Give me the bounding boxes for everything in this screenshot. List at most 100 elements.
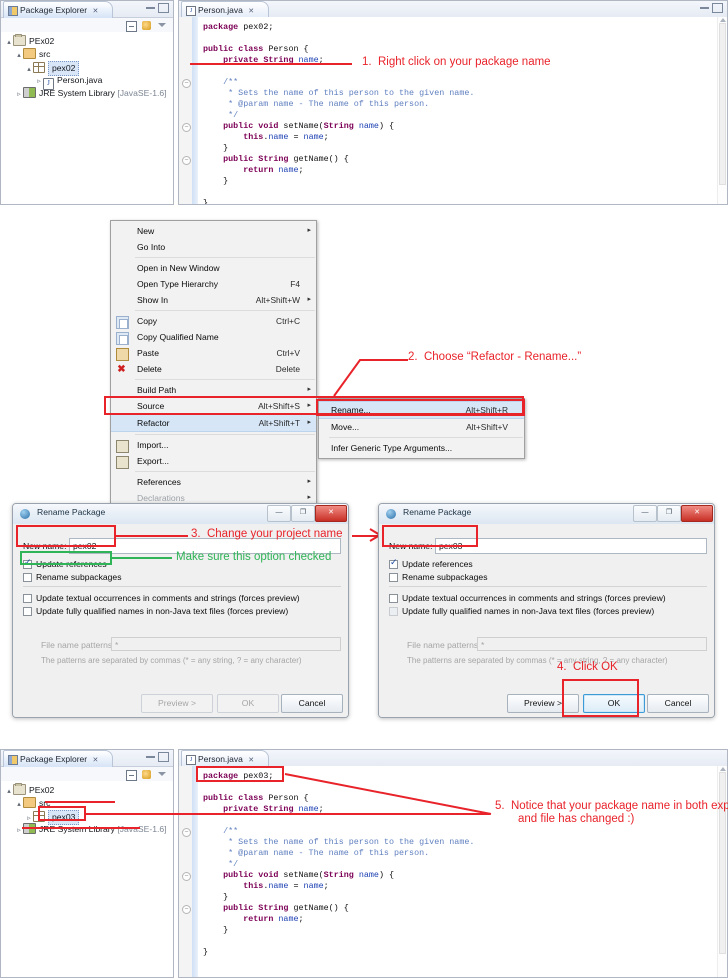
menu-item-paste[interactable]: Paste Ctrl+V [111,345,316,361]
editor-maximize-icon[interactable] [712,3,723,13]
close-icon[interactable]: ✕ [92,757,98,764]
code-fold-icon[interactable]: – [182,828,191,837]
tab-label: Person.java [198,5,243,15]
editor-code-top[interactable]: package pex02; public class Person { priv… [179,17,727,204]
explorer-maximize-icon[interactable] [158,752,169,762]
dialog2-pattern-hint: The patterns are separated by commas (* … [407,656,668,665]
button-cancel[interactable]: Cancel [647,694,709,713]
close-icon[interactable]: ✕ [248,757,254,764]
checkbox-label: Update textual occurrences in comments a… [36,593,300,603]
explorer-tabbar-bottom: Package Explorer ✕ [1,750,173,767]
tree-item-src[interactable]: ▴ src [15,48,50,61]
tree-twisty-icon[interactable]: ▹ [15,88,23,101]
tree-twisty-icon[interactable]: ▴ [5,785,13,798]
tree-item-pex02[interactable]: ▴ PEx02 [5,783,54,798]
annotation-step-5-line2: and file has changed :) [518,813,635,825]
tree-twisty-icon[interactable]: ▴ [5,36,13,49]
tree-item-jre-system-library[interactable]: ▹ JRE System Library [JavaSE-1.6] [15,823,167,836]
tab-package-explorer-bottom[interactable]: Package Explorer ✕ [3,750,114,767]
menu-item-refactor[interactable]: Refactor Alt+Shift+T ▸ [111,414,316,432]
dialog2-titlebar[interactable]: Rename Package — ❐ ✕ [379,504,714,525]
tab-person-java-top[interactable]: J Person.java ✕ [181,1,270,18]
menu-item-label: Refactor [137,418,170,428]
menu-item-export[interactable]: Export... [111,453,316,469]
dialog2-pattern-input[interactable]: * [477,637,707,651]
menu-item-move[interactable]: Move... Alt+Shift+V [319,419,524,435]
code-fold-icon[interactable]: – [182,79,191,88]
tree-twisty-icon[interactable]: ▴ [15,798,23,811]
button-cancel[interactable]: Cancel [281,694,343,713]
tree-twisty-icon[interactable]: ▹ [15,824,23,837]
close-icon[interactable]: ✕ [248,8,254,15]
menu-item-copy[interactable]: Copy Ctrl+C [111,313,316,329]
minimize-button[interactable]: — [633,505,657,522]
chevron-right-icon: ▸ [307,419,311,426]
scroll-up-icon[interactable] [720,767,726,771]
maximize-button[interactable]: ❐ [291,505,315,522]
checkbox-update-fully-qualified-names-in-non-java[interactable] [389,607,398,616]
menu-item-open-in-new-window[interactable]: Open in New Window [111,260,316,276]
tree-twisty-icon[interactable]: ▴ [25,63,33,76]
editor-vscrollbar-top[interactable] [717,17,727,204]
minimize-button[interactable]: — [267,505,291,522]
explorer-tree-bottom[interactable]: ▴ PEx02 ▴ src ▹ pex03 ▹ JRE System Library [Jav… [1,781,173,977]
menu-item-import[interactable]: Import... [111,437,316,453]
dialog1-titlebar[interactable]: Rename Package — ❐ ✕ [13,504,348,525]
menu-item-label: Delete [137,364,162,374]
collapse-all-icon[interactable] [126,21,137,32]
checkbox-rename-subpackages[interactable] [23,573,32,582]
view-menu-icon[interactable] [158,23,166,27]
code-fold-icon[interactable]: – [182,872,191,881]
close-button[interactable]: ✕ [681,505,713,522]
link-with-editor-icon[interactable] [142,21,151,30]
link-with-editor-icon[interactable] [142,770,151,779]
explorer-minimize-icon[interactable] [146,4,155,9]
explorer-minimize-icon[interactable] [146,753,155,758]
scrollbar-thumb[interactable] [719,23,726,185]
explorer-tree-top[interactable]: ▴ PEx02 ▴ src ▴ pex02 ▹ J Person.java ▹ JRE System… [1,32,173,204]
scroll-up-icon[interactable] [720,18,726,22]
checkbox-rename-subpackages[interactable] [389,573,398,582]
checkbox-label: Update fully qualified names in non-Java… [36,606,289,616]
checkbox-update-textual-occurrences-in-comments-a[interactable] [23,594,32,603]
code-fold-icon[interactable]: – [182,123,191,132]
menu-item-delete[interactable]: Delete Delete ✖ [111,361,316,377]
editor-minimize-icon[interactable] [700,4,709,9]
dialog1-pattern-input[interactable]: * [111,637,341,651]
explorer-maximize-icon[interactable] [158,3,169,13]
code-line: this.name = name; [243,132,329,142]
tree-item-pex02[interactable]: ▴ PEx02 [5,34,54,49]
maximize-button[interactable]: ❐ [657,505,681,522]
annotation-step-2: 2. Choose “Refactor - Rename...” [408,351,582,363]
checkbox-update-fully-qualified-names-in-non-java[interactable] [23,607,32,616]
tree-item-person-java[interactable]: ▹ J Person.java [35,74,102,90]
view-menu-icon[interactable] [158,772,166,776]
tree-twisty-icon[interactable]: ▴ [15,49,23,62]
menu-item-show-in[interactable]: Show In Alt+Shift+W ▸ [111,292,316,308]
chevron-right-icon: ▸ [307,478,311,485]
close-icon[interactable]: ✕ [92,8,98,15]
menu-item-new[interactable]: New ▸ [111,223,316,239]
menu-item-label: Show In [137,295,169,305]
tree-item-pex02[interactable]: ▴ pex02 [25,61,80,76]
tab-person-java-bottom[interactable]: J Person.java ✕ [181,750,270,767]
menu-item-open-type-hierarchy[interactable]: Open Type Hierarchy F4 [111,276,316,292]
tree-item-label: JRE System Library [39,824,115,834]
close-button[interactable]: ✕ [315,505,347,522]
collapse-all-icon[interactable] [126,770,137,781]
context-menu[interactable]: New ▸ Go Into Open in New Window Open Type H… [110,220,317,509]
menu-item-go-into[interactable]: Go Into [111,239,316,255]
code-fold-icon[interactable]: – [182,156,191,165]
code-line: } [203,892,229,902]
menu-item-copy-qualified-name[interactable]: Copy Qualified Name [111,329,316,345]
tree-item-jre-system-library[interactable]: ▹ JRE System Library [JavaSE-1.6] [15,87,167,100]
tab-package-explorer-top[interactable]: Package Explorer ✕ [3,1,114,18]
checkbox-update-references[interactable] [389,557,398,569]
menu-item-infer-generic-type-arguments[interactable]: Infer Generic Type Arguments... [319,440,524,456]
editor-gutter-top[interactable] [179,17,193,204]
editor-vscrollbar-bottom[interactable] [717,766,727,977]
menu-item-references[interactable]: References ▸ [111,474,316,490]
code-fold-icon[interactable]: – [182,905,191,914]
annotation-step-1: 1. Right click on your package name [362,56,551,68]
checkbox-update-textual-occurrences-in-comments-a[interactable] [389,594,398,603]
